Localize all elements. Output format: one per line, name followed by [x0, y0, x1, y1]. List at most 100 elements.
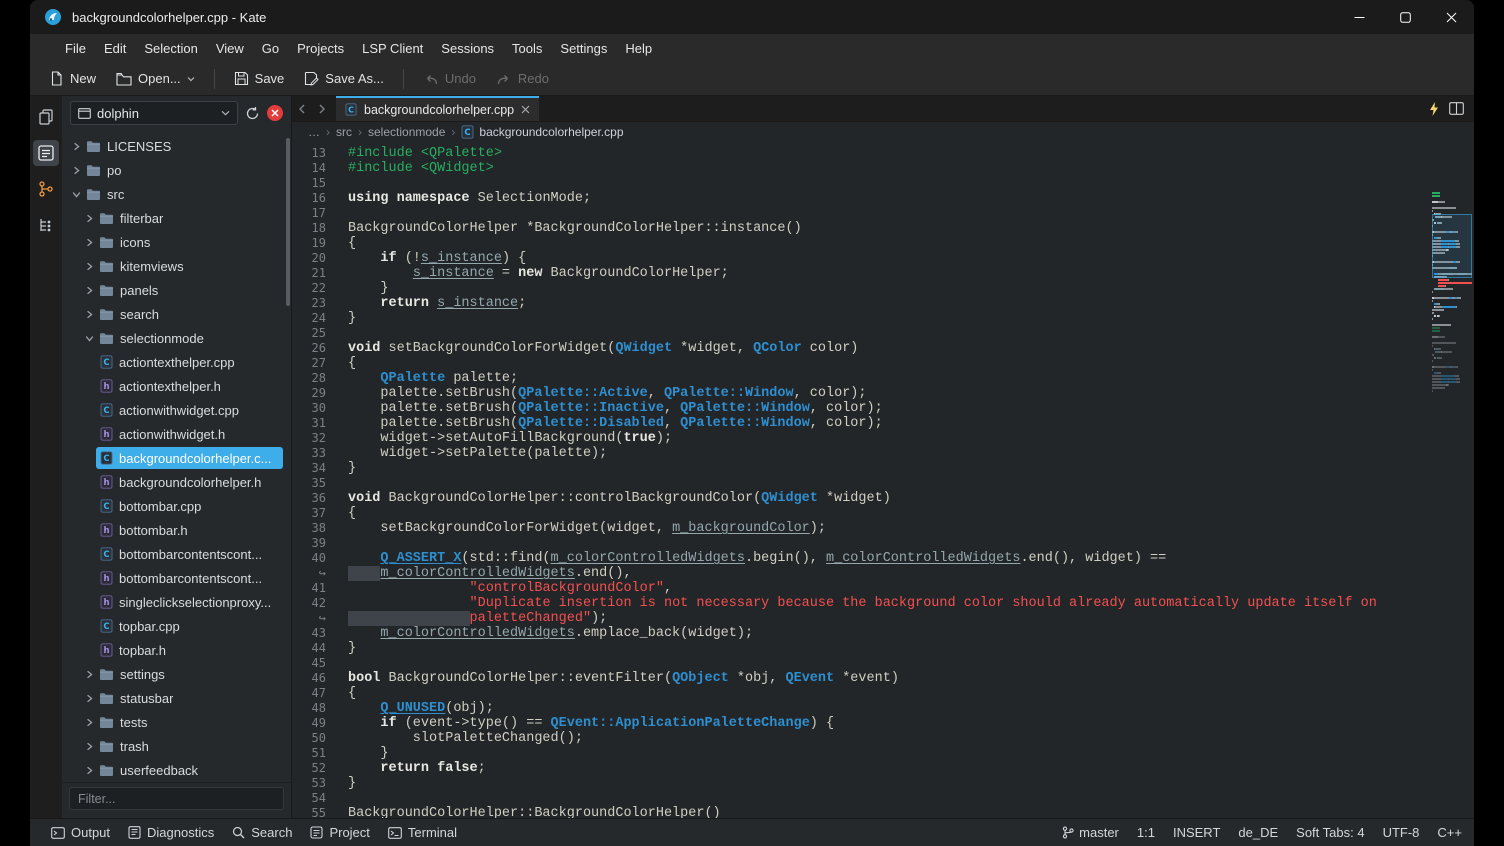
- chevron-right-icon[interactable]: [83, 766, 95, 775]
- breadcrumb-file[interactable]: Cbackgroundcolorhelper.cpp: [461, 125, 623, 139]
- tab-backgroundcolorhelper[interactable]: C backgroundcolorhelper.cpp: [336, 96, 539, 121]
- undo-button[interactable]: Undo: [414, 66, 485, 91]
- chevron-right-icon[interactable]: [83, 262, 95, 271]
- chevron-right-icon[interactable]: [83, 670, 95, 679]
- code-line[interactable]: 40 Q_ASSERT_X(std::find(m_colorControlle…: [292, 551, 1474, 566]
- project-selector[interactable]: dolphin: [70, 101, 238, 125]
- quick-fix-bolt-icon[interactable]: [1429, 102, 1439, 116]
- breadcrumb-root[interactable]: …: [308, 125, 320, 139]
- tree-item-bottombar-cpp[interactable]: Cbottombar.cpp: [62, 494, 291, 518]
- code-line[interactable]: 38 setBackgroundColorForWidget(widget, m…: [292, 521, 1474, 536]
- menu-item-tools[interactable]: Tools: [503, 37, 551, 60]
- chevron-right-icon[interactable]: [83, 694, 95, 703]
- search-tool-button[interactable]: Search: [223, 822, 301, 843]
- code-line[interactable]: 49 if (event->type() == QEvent::Applicat…: [292, 716, 1474, 731]
- menu-item-selection[interactable]: Selection: [135, 37, 206, 60]
- breadcrumb-item-src[interactable]: src: [336, 125, 352, 139]
- tree-item-bottombar-h[interactable]: hbottombar.h: [62, 518, 291, 542]
- minimap-viewport[interactable]: [1432, 214, 1472, 278]
- chevron-right-icon[interactable]: [70, 166, 82, 175]
- code-line[interactable]: 23 return s_instance;: [292, 296, 1474, 311]
- tree-item-bottombarcontentscont[interactable]: Cbottombarcontentscont...: [62, 542, 291, 566]
- code-line[interactable]: 21 s_instance = new BackgroundColorHelpe…: [292, 266, 1474, 281]
- output-tool-button[interactable]: Output: [42, 822, 119, 843]
- terminal-tool-button[interactable]: Terminal: [379, 822, 466, 843]
- tree-item-icons[interactable]: icons: [62, 230, 291, 254]
- tree-item-panels[interactable]: panels: [62, 278, 291, 302]
- code-line[interactable]: 34}: [292, 461, 1474, 476]
- code-line[interactable]: 47{: [292, 686, 1474, 701]
- chevron-right-icon[interactable]: [83, 238, 95, 247]
- code-line[interactable]: 46bool BackgroundColorHelper::eventFilte…: [292, 671, 1474, 686]
- chevron-right-icon[interactable]: [83, 214, 95, 223]
- tree-item-search[interactable]: search: [62, 302, 291, 326]
- code-line[interactable]: 30 palette.setBrush(QPalette::Inactive, …: [292, 401, 1474, 416]
- projects-list-icon[interactable]: [33, 140, 59, 166]
- code-line[interactable]: 54: [292, 791, 1474, 806]
- tree-item-trash[interactable]: trash: [62, 734, 291, 758]
- refresh-icon[interactable]: [245, 106, 260, 121]
- cursor-position[interactable]: 1:1: [1137, 825, 1155, 840]
- forward-icon[interactable]: [312, 96, 332, 121]
- tree-item-tests[interactable]: tests: [62, 710, 291, 734]
- encoding[interactable]: UTF-8: [1383, 825, 1420, 840]
- tree-item-topbar-cpp[interactable]: Ctopbar.cpp: [62, 614, 291, 638]
- close-tab-icon[interactable]: [521, 105, 530, 114]
- split-view-icon[interactable]: [1449, 102, 1464, 115]
- menu-item-help[interactable]: Help: [616, 37, 661, 60]
- menu-item-edit[interactable]: Edit: [95, 37, 135, 60]
- code-line[interactable]: 37{: [292, 506, 1474, 521]
- chevron-down-icon[interactable]: [70, 190, 82, 199]
- code-line[interactable]: 53}: [292, 776, 1474, 791]
- menu-item-lsp-client[interactable]: LSP Client: [353, 37, 432, 60]
- code-line[interactable]: 25: [292, 326, 1474, 341]
- code-line[interactable]: 17: [292, 206, 1474, 221]
- save-button[interactable]: Save: [225, 66, 294, 91]
- tree-item-actionwithwidget-cpp[interactable]: Cactionwithwidget.cpp: [62, 398, 291, 422]
- tree-item-topbar-h[interactable]: htopbar.h: [62, 638, 291, 662]
- code-line[interactable]: 27{: [292, 356, 1474, 371]
- back-icon[interactable]: [292, 96, 312, 121]
- code-line[interactable]: 22 }: [292, 281, 1474, 296]
- tree-item-userfeedback[interactable]: userfeedback: [62, 758, 291, 782]
- menu-item-sessions[interactable]: Sessions: [432, 37, 503, 60]
- code-line[interactable]: 44}: [292, 641, 1474, 656]
- chevron-right-icon[interactable]: [83, 718, 95, 727]
- tree-item-po[interactable]: po: [62, 158, 291, 182]
- minimize-button[interactable]: [1336, 0, 1382, 34]
- documents-icon[interactable]: [33, 104, 59, 130]
- code-line[interactable]: 14#include <QWidget>: [292, 161, 1474, 176]
- chevron-right-icon[interactable]: [83, 742, 95, 751]
- diagnostics-tool-button[interactable]: Diagnostics: [119, 822, 223, 843]
- menu-item-view[interactable]: View: [207, 37, 253, 60]
- code-line[interactable]: 19{: [292, 236, 1474, 251]
- symbols-outline-icon[interactable]: [33, 212, 59, 238]
- code-line[interactable]: 35: [292, 476, 1474, 491]
- redo-button[interactable]: Redo: [487, 66, 558, 91]
- menu-item-settings[interactable]: Settings: [551, 37, 616, 60]
- code-line[interactable]: ↪ paletteChanged");: [292, 611, 1474, 626]
- code-line[interactable]: 24}: [292, 311, 1474, 326]
- code-line[interactable]: 55BackgroundColorHelper::BackgroundColor…: [292, 806, 1474, 818]
- tree-item-src[interactable]: src: [62, 182, 291, 206]
- chevron-down-icon[interactable]: [83, 334, 95, 343]
- menu-item-go[interactable]: Go: [253, 37, 288, 60]
- code-line[interactable]: 52 return false;: [292, 761, 1474, 776]
- tree-item-selectionmode[interactable]: selectionmode: [62, 326, 291, 350]
- tree-item-backgroundcolorhelper-h[interactable]: hbackgroundcolorhelper.h: [62, 470, 291, 494]
- code-line[interactable]: 26void setBackgroundColorForWidget(QWidg…: [292, 341, 1474, 356]
- chevron-right-icon[interactable]: [70, 142, 82, 151]
- tree-item-settings[interactable]: settings: [62, 662, 291, 686]
- close-project-button[interactable]: [267, 105, 283, 121]
- tree-item-licenses[interactable]: LICENSES: [62, 134, 291, 158]
- code-line[interactable]: 39: [292, 536, 1474, 551]
- dictionary-locale[interactable]: de_DE: [1238, 825, 1278, 840]
- tree-item-bottombarcontentscont[interactable]: hbottombarcontentscont...: [62, 566, 291, 590]
- code-line[interactable]: 45: [292, 656, 1474, 671]
- code-line[interactable]: 33 widget->setPalette(palette);: [292, 446, 1474, 461]
- new-button[interactable]: New: [40, 66, 105, 91]
- code-line[interactable]: 15: [292, 176, 1474, 191]
- code-line[interactable]: 13#include <QPalette>: [292, 146, 1474, 161]
- tab-settings[interactable]: Soft Tabs: 4: [1296, 825, 1364, 840]
- git-branch-status[interactable]: master: [1062, 825, 1119, 840]
